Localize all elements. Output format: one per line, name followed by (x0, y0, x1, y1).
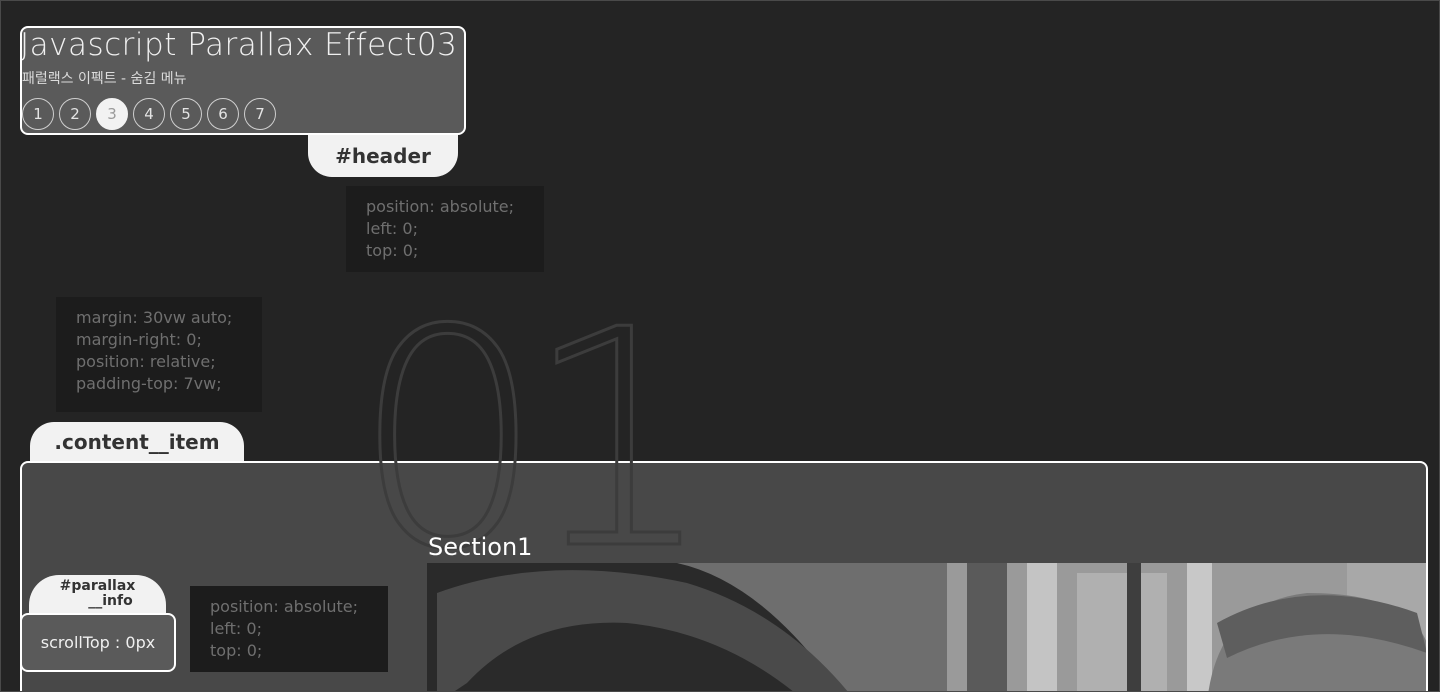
page-navigation: 1 2 3 4 5 6 7 (22, 98, 276, 130)
section-title: Section1 (428, 533, 533, 561)
css-line: left: 0; (210, 619, 262, 638)
header-panel: Javascript Parallax Effect03 패럴랙스 이펙트 - … (20, 26, 466, 135)
css-line: top: 0; (366, 241, 419, 260)
nav-link-1[interactable]: 1 (22, 98, 54, 130)
nav-link-3-active[interactable]: 3 (96, 98, 128, 130)
css-line: top: 0; (210, 641, 263, 660)
header-css-box: position: absolute; left: 0; top: 0; (346, 186, 544, 272)
css-line: margin: 30vw auto; (76, 308, 233, 327)
css-line: padding-top: 7vw; (76, 374, 222, 393)
nav-link-4[interactable]: 4 (133, 98, 165, 130)
content-label-tab: .content__item (30, 422, 244, 462)
scroll-top-readout: scrollTop : 0px (20, 613, 176, 672)
nav-link-6[interactable]: 6 (207, 98, 239, 130)
content-css-box: margin: 30vw auto; margin-right: 0; posi… (56, 297, 262, 412)
section-photo (427, 563, 1426, 691)
parallax-info-css-box: position: absolute; left: 0; top: 0; (190, 586, 388, 672)
nav-link-7[interactable]: 7 (244, 98, 276, 130)
photo-illustration (427, 563, 1426, 691)
page-title: Javascript Parallax Effect03 (20, 27, 458, 63)
css-line: position: absolute; (210, 597, 359, 616)
info-tab-line: __info (88, 593, 133, 609)
css-line: position: absolute; (366, 197, 515, 216)
header-label-tab: #header (308, 135, 458, 177)
viewport: Javascript Parallax Effect03 패럴랙스 이펙트 - … (0, 0, 1440, 692)
css-line: left: 0; (366, 219, 418, 238)
css-line: position: relative; (76, 352, 216, 371)
page-subtitle: 패럴랙스 이펙트 - 숨김 메뉴 (22, 71, 187, 87)
info-tab-line: #parallax (59, 578, 136, 594)
parallax-info-label-tab: #parallax __info (29, 575, 166, 615)
nav-link-5[interactable]: 5 (170, 98, 202, 130)
css-line: margin-right: 0; (76, 330, 202, 349)
nav-link-2[interactable]: 2 (59, 98, 91, 130)
